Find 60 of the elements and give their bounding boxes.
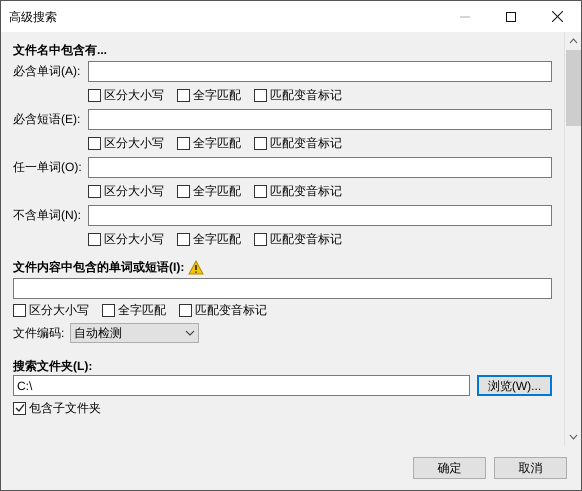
checkbox-label: 区分大小写	[104, 135, 164, 152]
text-field[interactable]	[88, 156, 552, 178]
text-field[interactable]	[88, 60, 552, 82]
checkbox-label: 区分大小写	[104, 87, 164, 104]
checkbox-label: 匹配变音标记	[270, 231, 342, 248]
checkbox-label: 区分大小写	[104, 231, 164, 248]
warning-icon	[188, 260, 204, 274]
checkbox-label: 区分大小写	[29, 302, 89, 319]
section-heading: 文件名中包含有...	[13, 42, 108, 58]
checkbox-label: 包含子文件夹	[29, 400, 101, 417]
maximize-icon[interactable]	[506, 12, 516, 22]
dialog-button[interactable]: 取消	[494, 457, 567, 479]
checkbox[interactable]	[254, 136, 267, 150]
checkbox-label: 全字匹配	[193, 87, 241, 104]
text-field[interactable]	[13, 278, 552, 299]
checkbox[interactable]	[102, 304, 115, 316]
checkbox[interactable]	[177, 88, 190, 102]
section-heading: 文件内容中包含的单词或短语(I):	[13, 259, 184, 276]
checkbox-label: 全字匹配	[193, 183, 241, 200]
checkbox-label: 全字匹配	[193, 231, 241, 248]
checkmark-icon	[14, 403, 24, 413]
checkbox[interactable]	[254, 232, 267, 246]
checkbox[interactable]	[13, 402, 26, 414]
checkbox[interactable]	[177, 136, 190, 150]
scrollbar[interactable]	[564, 32, 581, 446]
text-field[interactable]	[88, 204, 552, 226]
field-label: 必含短语(E):	[13, 111, 82, 128]
encoding-dropdown[interactable]: 自动检测	[70, 323, 199, 343]
scroll-up-icon[interactable]	[568, 38, 578, 44]
checkbox[interactable]	[13, 304, 26, 316]
window-title: 高级搜索	[8, 8, 58, 26]
checkbox[interactable]	[179, 304, 192, 316]
section-heading: 搜索文件夹(L):	[13, 358, 94, 374]
checkbox[interactable]	[88, 184, 101, 198]
checkbox-label: 区分大小写	[104, 183, 164, 200]
scrollbar-thumb[interactable]	[566, 50, 580, 126]
checkbox-label: 匹配变音标记	[270, 135, 342, 152]
chevron-down-icon	[185, 330, 195, 336]
checkbox[interactable]	[177, 232, 190, 246]
close-icon[interactable]	[552, 11, 563, 22]
text-field[interactable]	[88, 108, 552, 130]
checkbox[interactable]	[177, 184, 190, 198]
field-label: 必含单词(A):	[13, 63, 82, 80]
checkbox-label: 匹配变音标记	[270, 87, 342, 104]
field-label: 文件编码:	[13, 325, 66, 342]
field-label: 不含单词(N):	[13, 207, 82, 224]
checkbox-label: 匹配变音标记	[270, 183, 342, 200]
field-label: 任一单词(O):	[13, 159, 83, 176]
checkbox-label: 全字匹配	[193, 135, 241, 152]
text-field[interactable]: C:\	[13, 375, 470, 396]
dialog-button[interactable]: 确定	[413, 457, 486, 479]
checkbox-label: 全字匹配	[118, 302, 166, 319]
checkbox[interactable]	[254, 184, 267, 198]
scroll-down-icon[interactable]	[568, 434, 578, 440]
checkbox-label: 匹配变音标记	[195, 302, 267, 319]
browse-button[interactable]: 浏览(W)...	[477, 375, 552, 396]
checkbox[interactable]	[88, 136, 101, 150]
checkbox[interactable]	[88, 232, 101, 246]
checkbox[interactable]	[254, 88, 267, 102]
checkbox[interactable]	[88, 88, 101, 102]
